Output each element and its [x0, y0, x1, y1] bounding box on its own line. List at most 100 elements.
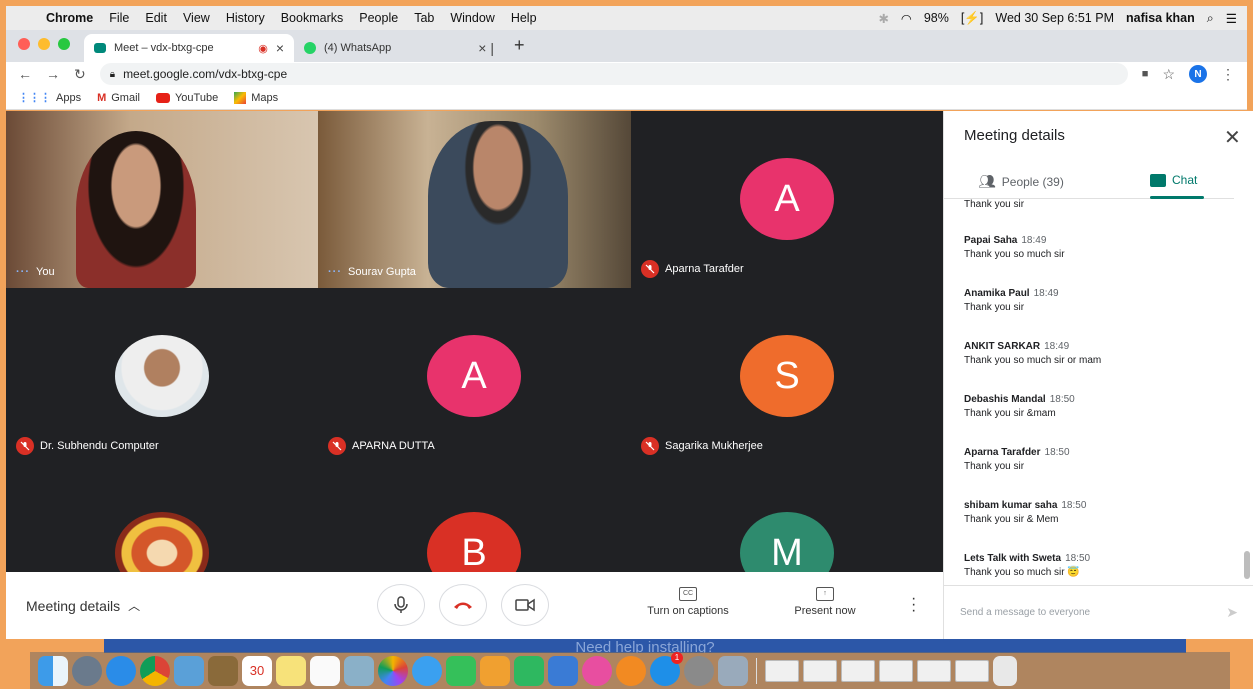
tab-whatsapp[interactable]: (4) WhatsApp × | [294, 34, 504, 62]
meeting-details-toggle[interactable]: Meeting details ︿ [26, 597, 140, 614]
tab-people[interactable]: 👥︎ People (39) [978, 173, 1064, 190]
menu-people[interactable]: People [351, 11, 406, 25]
finder-icon[interactable] [38, 655, 68, 686]
pages-icon[interactable] [480, 655, 510, 686]
back-icon[interactable]: ← [18, 66, 32, 82]
battery-icon[interactable]: [⚡] [961, 11, 984, 26]
chat-message: Debashis Mandal 18:50 Thank you sir &mam [964, 394, 1234, 419]
youtube-icon [155, 92, 170, 103]
participant-tile[interactable]: ··· Sourav Gupta [318, 111, 631, 288]
itunes-icon[interactable] [582, 655, 612, 686]
participant-tile[interactable]: B [318, 465, 631, 572]
present-now-button[interactable]: ↑ Present now [775, 587, 875, 617]
menu-app-name[interactable]: Chrome [38, 11, 101, 25]
notification-center-icon[interactable]: ☰ [1226, 11, 1237, 26]
participant-tile[interactable]: ··· You [6, 111, 318, 288]
menu-view[interactable]: View [175, 11, 218, 25]
menu-window[interactable]: Window [442, 11, 502, 25]
bookmark-maps[interactable]: Maps [234, 91, 279, 104]
spotlight-icon[interactable]: ⌕ [1207, 11, 1214, 26]
bookmark-gmail[interactable]: M Gmail [97, 92, 140, 104]
notes-book-icon[interactable] [208, 655, 238, 686]
send-icon[interactable]: ➤ [1226, 604, 1238, 621]
clock[interactable]: Wed 30 Sep 6:51 PM [995, 11, 1114, 25]
zoom-window-button[interactable] [58, 38, 70, 50]
participant-tile[interactable]: S Sagarika Mukherjee [631, 288, 943, 465]
reload-icon[interactable]: ↻ [74, 66, 86, 83]
new-tab-button[interactable]: + [504, 35, 535, 62]
bookmark-apps[interactable]: ⋮⋮⋮ Apps [18, 91, 81, 105]
bookmark-label: YouTube [174, 91, 219, 104]
minimized-window-thumbnail[interactable] [879, 659, 913, 682]
chat-message: shibam kumar saha 18:50 Thank you sir & M… [964, 500, 1234, 525]
messages-icon[interactable] [412, 655, 442, 686]
minimize-window-button[interactable] [38, 38, 50, 50]
participant-tile[interactable]: M [631, 465, 943, 572]
participant-tile[interactable]: Dr. Subhendu Computer [6, 288, 318, 465]
menu-history[interactable]: History [218, 11, 273, 25]
menu-edit[interactable]: Edit [137, 11, 175, 25]
bluetooth-icon[interactable]: ✱ [878, 11, 888, 26]
camera-in-use-icon[interactable]: ■ [1142, 68, 1149, 80]
menu-help[interactable]: Help [503, 11, 545, 25]
participant-tile[interactable] [6, 465, 318, 572]
tab-title: Meet – vdx-btxg-cpe [114, 42, 214, 54]
more-options-icon[interactable]: ··· [911, 591, 916, 619]
system-preferences-icon[interactable] [684, 655, 714, 686]
launchpad-icon[interactable] [72, 655, 102, 686]
bookmark-youtube[interactable]: YouTube [155, 91, 219, 104]
tab-chat[interactable]: Chat [1150, 173, 1197, 187]
closed-captions-icon: CC [679, 587, 697, 601]
bookmark-star-icon[interactable]: ☆ [1162, 66, 1175, 83]
chat-message-input[interactable]: Send a message to everyone [960, 607, 1090, 618]
participant-tile[interactable]: A APARNA DUTTA [318, 288, 631, 465]
preview-icon[interactable] [174, 655, 204, 686]
close-window-button[interactable] [18, 38, 30, 50]
books-icon[interactable] [616, 655, 646, 686]
safari-icon[interactable] [106, 655, 136, 686]
keynote-icon[interactable] [548, 655, 578, 686]
facetime-icon[interactable] [446, 655, 476, 686]
image-viewer-icon[interactable] [718, 655, 748, 686]
participant-avatar: A [427, 335, 521, 417]
leave-call-button[interactable] [439, 584, 487, 626]
minimized-window-thumbnail[interactable] [803, 659, 837, 682]
camera-button[interactable] [501, 584, 549, 626]
close-tab-icon[interactable]: × | [478, 40, 494, 56]
chrome-icon[interactable] [140, 655, 170, 686]
forward-icon[interactable]: → [46, 66, 60, 82]
close-icon[interactable]: ✕ [1224, 125, 1241, 150]
minimized-window-thumbnail[interactable] [955, 659, 989, 682]
menu-bookmarks[interactable]: Bookmarks [273, 11, 352, 25]
calendar-icon[interactable]: 30 [242, 655, 272, 686]
app-store-icon[interactable]: 1 [650, 651, 683, 686]
captions-button[interactable]: CC Turn on captions [638, 587, 738, 617]
participant-tile[interactable]: A Aparna Tarafder [631, 111, 943, 288]
more-options-icon[interactable]: ··· [328, 266, 342, 278]
menu-tab[interactable]: Tab [406, 11, 442, 25]
close-tab-icon[interactable]: × [276, 40, 284, 56]
photos-icon[interactable] [378, 655, 408, 686]
message-sender: ANKIT SARKAR [964, 341, 1041, 352]
chat-scrollbar[interactable] [1244, 551, 1250, 579]
bookmark-label: Maps [251, 91, 279, 104]
reminders-icon[interactable] [310, 655, 340, 686]
stickies-icon[interactable] [276, 655, 306, 686]
minimized-window-thumbnail[interactable] [841, 659, 875, 682]
minimized-window-thumbnail[interactable] [765, 659, 799, 682]
chrome-menu-icon[interactable]: ⋮ [1221, 66, 1235, 83]
battery-status[interactable]: 98% [924, 11, 949, 25]
profile-avatar[interactable]: N [1189, 65, 1207, 83]
trash-icon[interactable] [993, 655, 1017, 686]
address-bar[interactable]: 🔒︎ meet.google.com/vdx-btxg-cpe [99, 63, 1128, 85]
more-options-icon[interactable]: ··· [16, 266, 30, 278]
maps-icon [234, 91, 247, 104]
menu-file[interactable]: File [101, 11, 137, 25]
image-capture-icon[interactable] [344, 655, 374, 686]
wifi-icon[interactable]: ◠ [901, 11, 912, 26]
user-name[interactable]: nafisa khan [1126, 11, 1195, 25]
minimized-window-thumbnail[interactable] [917, 659, 951, 682]
numbers-icon[interactable] [514, 655, 544, 686]
tab-meet[interactable]: Meet – vdx-btxg-cpe ◉ × [84, 34, 294, 62]
microphone-button[interactable] [377, 584, 425, 626]
